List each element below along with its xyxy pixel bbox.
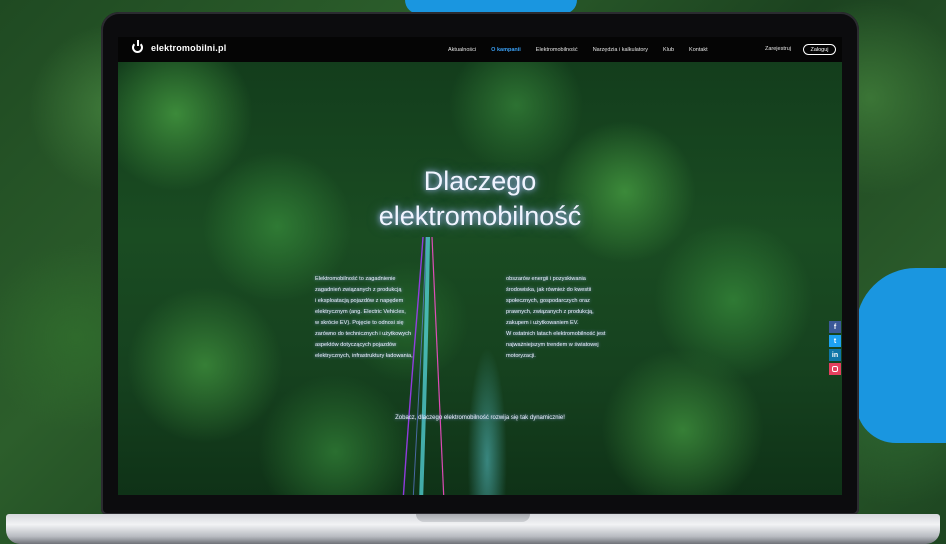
hero-title-line1: Dlaczego [423, 166, 537, 196]
hero-text-left: Elektromobilność to zagadnienie zagadnie… [315, 274, 490, 362]
linkedin-icon[interactable]: in [829, 349, 841, 361]
text-line: prawnych, związanych z produkcją, [506, 309, 594, 315]
text-line: motoryzacji. [506, 353, 536, 359]
text-line: najważniejszym trendem w światowej [506, 342, 599, 348]
hero-cta-link[interactable]: Zobacz, dlaczego elektromobilność rozwij… [118, 415, 842, 421]
nav-item-klub[interactable]: Klub [663, 47, 674, 53]
text-line: elektrycznych, infrastruktury ładowania, [315, 353, 413, 359]
instagram-icon[interactable] [829, 363, 841, 375]
social-share-bar: f t in [829, 321, 841, 377]
logo-text: elektromobilni.pl [151, 42, 227, 53]
text-line: w skrócie EV). Pojęcie to odnosi się [315, 320, 404, 326]
text-line: obszarów energii i pozyskiwania [506, 276, 586, 282]
nav-item-elektromobilnosc[interactable]: Elektromobilność [536, 47, 578, 53]
nav-item-narzedzia[interactable]: Narzędzia i kalkulatory [593, 47, 648, 53]
text-line: i eksploatacją pojazdów z napędem [315, 298, 404, 304]
nav-item-o-kampanii[interactable]: O kampanii [491, 47, 521, 53]
nav-item-kontakt[interactable]: Kontakt [689, 47, 708, 53]
facebook-icon[interactable]: f [829, 321, 841, 333]
site-logo[interactable]: elektromobilni.pl [132, 40, 227, 53]
login-button[interactable]: Zaloguj [803, 44, 836, 55]
site-navbar: elektromobilni.pl Aktualności O kampanii… [118, 37, 842, 62]
register-link[interactable]: Zarejestruj [765, 46, 791, 52]
power-icon [132, 40, 143, 53]
laptop-screen: elektromobilni.pl Aktualności O kampanii… [118, 37, 842, 495]
hero-title-line2: elektromobilność [378, 201, 582, 231]
text-line: społecznych, gospodarczych oraz [506, 298, 590, 304]
hero-section: Dlaczego elektromobilność Elektromobilno… [118, 62, 842, 495]
text-line: aspektów dotyczących pojazdów [315, 342, 397, 348]
decorative-blue-shape-right [856, 268, 946, 443]
text-line: elektrycznym (ang. Electric Vehicles, [315, 309, 406, 315]
main-nav: Aktualności O kampanii Elektromobilność … [448, 37, 723, 62]
twitter-icon[interactable]: t [829, 335, 841, 347]
text-line: W ostatnich latach elektromobilność jest [506, 331, 606, 337]
instagram-glyph [832, 366, 838, 372]
text-line: zakupem i użytkowaniem EV. [506, 320, 579, 326]
text-line: zarówno do technicznych i użytkowych [315, 331, 412, 337]
text-line: zagadnień związanych z produkcją [315, 287, 402, 293]
text-line: środowiska, jak również do kwestii [506, 287, 592, 293]
hero-title: Dlaczego elektromobilność [118, 164, 842, 234]
text-line: Elektromobilność to zagadnienie [315, 276, 396, 282]
laptop-notch [416, 514, 530, 522]
hero-text-right: obszarów energii i pozyskiwania środowis… [506, 274, 681, 362]
nav-item-aktualnosci[interactable]: Aktualności [448, 47, 476, 53]
